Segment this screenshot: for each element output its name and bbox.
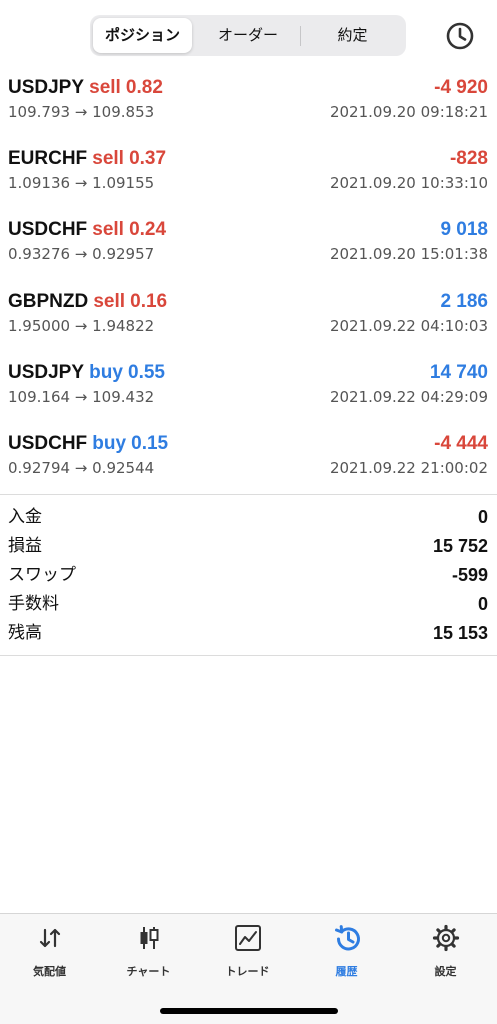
timestamp: 2021.09.22 21:00:02 <box>329 459 488 477</box>
volume: 0.82 <box>125 77 163 98</box>
symbol: USDJPY <box>8 362 85 383</box>
price-range: 109.164 → 109.432 <box>8 388 155 406</box>
timestamp: 2021.09.20 09:18:21 <box>329 103 488 121</box>
summary-label: 入金 <box>8 507 42 527</box>
trade-title: USDJPY sell 0.82 <box>8 74 163 102</box>
timestamp: 2021.09.22 04:10:03 <box>329 317 488 335</box>
home-indicator <box>160 1008 338 1014</box>
volume: 0.24 <box>129 219 167 240</box>
summary-profit: 損益 15 752 <box>0 532 497 561</box>
symbol: USDJPY <box>8 77 85 98</box>
price-range: 0.92794 → 0.92544 <box>8 459 155 477</box>
volume: 0.16 <box>130 291 168 312</box>
side: sell <box>92 219 124 240</box>
divider <box>0 494 497 495</box>
trade-row[interactable]: USDCHF buy 0.15 -4 444 0.92794 → 0.92544… <box>0 430 497 502</box>
tab-label: 設定 <box>434 965 457 978</box>
side: buy <box>92 433 127 454</box>
trade-title: USDCHF sell 0.24 <box>8 216 166 244</box>
tab-deals[interactable]: 約定 <box>302 18 403 53</box>
trade-row[interactable]: GBPNZD sell 0.16 2 186 1.95000 → 1.94822… <box>0 288 497 360</box>
profit: -828 <box>449 148 488 169</box>
summary-value: 0 <box>477 594 488 614</box>
summary-balance: 残高 15 153 <box>0 619 497 648</box>
profit: 2 186 <box>440 291 488 312</box>
price-range: 1.09136 → 1.09155 <box>8 174 155 192</box>
volume: 0.55 <box>128 362 165 383</box>
summary-label: 残高 <box>8 623 42 643</box>
tab-label: 気配値 <box>33 965 66 978</box>
candlestick-chart-icon <box>140 927 159 949</box>
tab-quotes[interactable]: 気配値 <box>0 914 99 984</box>
summary-label: スワップ <box>8 565 76 585</box>
summary-label: 損益 <box>8 536 42 556</box>
summary-swap: スワップ -599 <box>0 561 497 590</box>
summary-label: 手数料 <box>8 594 59 614</box>
tab-history[interactable]: 履歴 <box>297 914 396 984</box>
tab-trade[interactable]: トレード <box>198 914 297 984</box>
trade-title: USDJPY buy 0.55 <box>8 359 165 387</box>
summary-value: 15 752 <box>432 536 488 556</box>
divider <box>0 655 497 656</box>
trade-row[interactable]: USDCHF sell 0.24 9 018 0.93276 → 0.92957… <box>0 216 497 288</box>
symbol: EURCHF <box>8 148 88 169</box>
tab-label: チャート <box>126 965 171 978</box>
timestamp: 2021.09.20 15:01:38 <box>329 245 488 263</box>
side: sell <box>93 291 126 312</box>
trade-title: GBPNZD sell 0.16 <box>8 288 167 316</box>
tab-settings[interactable]: 設定 <box>396 914 495 984</box>
quotes-arrows-icon <box>39 928 61 948</box>
summary-value: 0 <box>477 507 488 527</box>
price-range: 1.95000 → 1.94822 <box>8 317 155 335</box>
segment-divider <box>300 26 301 46</box>
trade-title: EURCHF sell 0.37 <box>8 145 166 173</box>
profit: -4 920 <box>434 77 488 98</box>
summary-value: -599 <box>451 565 488 585</box>
trade-row[interactable]: EURCHF sell 0.37 -828 1.09136 → 1.09155 … <box>0 145 497 217</box>
clock-icon[interactable] <box>444 20 476 52</box>
side: sell <box>92 148 124 169</box>
tab-orders[interactable]: オーダー <box>198 18 298 53</box>
profit: 9 018 <box>440 219 488 240</box>
volume: 0.37 <box>129 148 167 169</box>
tab-chart[interactable]: チャート <box>99 914 198 984</box>
history-icon <box>335 925 360 951</box>
trade-chart-icon <box>235 925 261 951</box>
price-range: 109.793 → 109.853 <box>8 103 155 121</box>
tab-label: 履歴 <box>335 965 358 978</box>
profit: 14 740 <box>429 362 488 383</box>
summary-value: 15 153 <box>432 623 488 643</box>
timestamp: 2021.09.22 04:29:09 <box>329 388 488 406</box>
volume: 0.15 <box>131 433 169 454</box>
summary-deposit: 入金 0 <box>0 503 497 532</box>
symbol: USDCHF <box>8 219 88 240</box>
side: buy <box>89 362 123 383</box>
symbol: USDCHF <box>8 433 88 454</box>
tab-positions[interactable]: ポジション <box>93 18 192 53</box>
trade-title: USDCHF buy 0.15 <box>8 430 168 458</box>
timestamp: 2021.09.20 10:33:10 <box>329 174 488 192</box>
view-segmented-control: ポジション オーダー 約定 <box>90 15 406 56</box>
trade-row[interactable]: USDJPY sell 0.82 -4 920 109.793 → 109.85… <box>0 74 497 146</box>
side: sell <box>89 77 121 98</box>
tab-label: トレード <box>225 965 270 978</box>
symbol: GBPNZD <box>8 291 89 312</box>
summary-commission: 手数料 0 <box>0 590 497 619</box>
price-range: 0.93276 → 0.92957 <box>8 245 155 263</box>
trade-row[interactable]: USDJPY buy 0.55 14 740 109.164 → 109.432… <box>0 359 497 431</box>
profit: -4 444 <box>434 433 488 454</box>
gear-icon <box>432 924 460 952</box>
